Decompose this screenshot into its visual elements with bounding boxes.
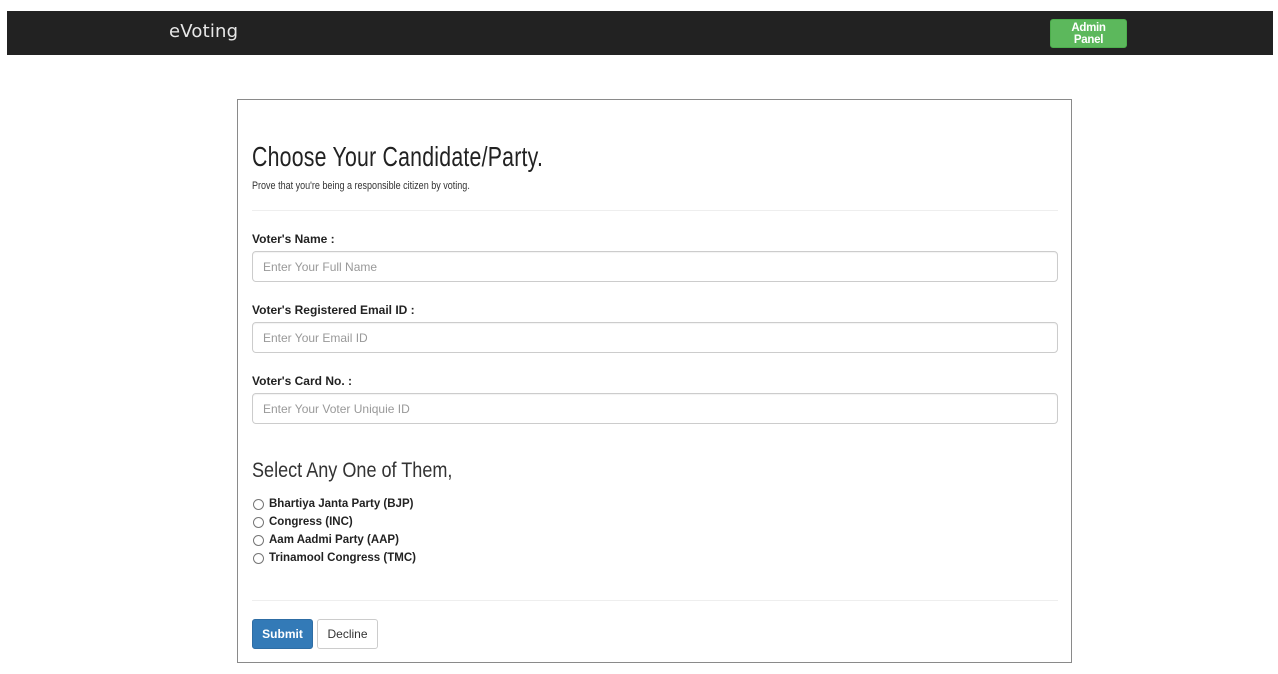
party-radio-inc[interactable]	[253, 516, 264, 528]
party-label: Aam Aadmi Party (AAP)	[269, 534, 399, 546]
submit-button[interactable]: Submit	[252, 619, 313, 649]
party-label: Congress (INC)	[269, 516, 353, 528]
voter-name-input[interactable]	[252, 251, 1058, 282]
party-radio-bjp[interactable]	[253, 498, 264, 510]
brand-logo[interactable]: eVoting	[169, 21, 238, 42]
decline-button[interactable]: Decline	[317, 619, 378, 649]
party-radio-tmc[interactable]	[253, 552, 264, 564]
page-title: Choose Your Candidate/Party.	[252, 141, 544, 172]
voter-card-label: Voter's Card No. :	[252, 374, 352, 388]
party-option-bjp[interactable]: Bhartiya Janta Party (BJP)	[252, 495, 416, 513]
voting-form-panel: Choose Your Candidate/Party. Prove that …	[237, 99, 1072, 663]
party-label: Bhartiya Janta Party (BJP)	[269, 498, 414, 510]
admin-panel-button[interactable]: Admin Panel	[1050, 19, 1127, 48]
voter-email-label: Voter's Registered Email ID :	[252, 303, 415, 317]
select-party-heading: Select Any One of Them,	[252, 459, 453, 482]
party-radio-aap[interactable]	[253, 534, 264, 546]
party-options: Bhartiya Janta Party (BJP) Congress (INC…	[252, 495, 416, 567]
party-option-aap[interactable]: Aam Aadmi Party (AAP)	[252, 531, 416, 549]
top-navbar: eVoting Admin Panel	[7, 11, 1273, 55]
voter-name-label: Voter's Name :	[252, 232, 335, 246]
voter-card-input[interactable]	[252, 393, 1058, 424]
footer-divider	[252, 600, 1058, 601]
voter-email-input[interactable]	[252, 322, 1058, 353]
header-divider	[252, 210, 1058, 211]
party-option-inc[interactable]: Congress (INC)	[252, 513, 416, 531]
page-subtitle: Prove that you're being a responsible ci…	[252, 180, 470, 192]
party-option-tmc[interactable]: Trinamool Congress (TMC)	[252, 549, 416, 567]
party-label: Trinamool Congress (TMC)	[269, 552, 416, 564]
